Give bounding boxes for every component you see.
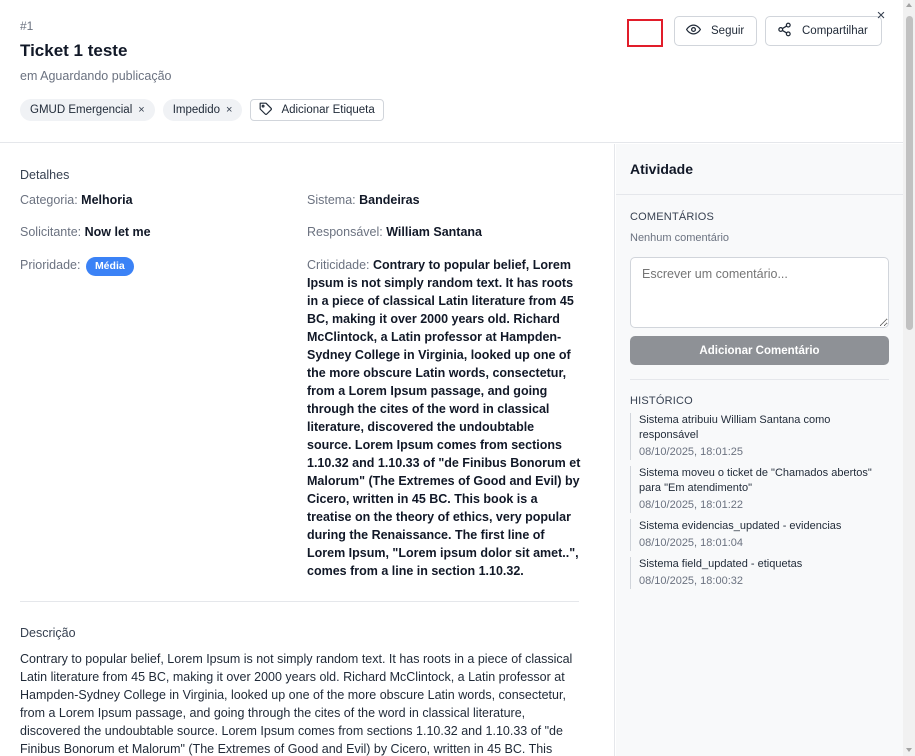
category-label: Categoria: [20,193,78,207]
page-scrollbar[interactable] [903,0,915,756]
requester-field: Solicitante: Now let me [20,223,151,241]
category-field: Categoria: Melhoria [20,191,133,209]
history-time: 08/10/2025, 18:01:25 [639,446,743,458]
history-list: Sistema atribuiu William Santana como re… [630,413,892,595]
activity-divider [630,379,889,380]
ticket-main: Detalhes Categoria: Melhoria Sistema: Ba… [0,144,615,756]
details-title: Detalhes [20,168,70,182]
eye-icon [686,22,701,40]
description-title: Descrição [20,626,76,640]
requester-label: Solicitante: [20,225,82,239]
ticket-modal: #1 Ticket 1 teste em Aguardando publicaç… [0,0,903,756]
history-time: 08/10/2025, 18:01:04 [639,537,743,549]
remove-tag-icon[interactable]: × [226,104,232,116]
history-text: Sistema moveu o ticket de "Chamados aber… [639,467,872,494]
add-tag-button[interactable]: Adicionar Etiqueta [250,99,384,121]
history-time: 08/10/2025, 18:01:22 [639,499,743,511]
no-comments-text: Nenhum comentário [630,232,730,244]
add-comment-button[interactable]: Adicionar Comentário [630,336,889,365]
history-item: Sistema atribuiu William Santana como re… [630,413,892,460]
comments-label: COMENTÁRIOS [630,211,715,223]
assignee-field: Responsável: William Santana [307,223,482,241]
ticket-title: Ticket 1 teste [20,41,128,60]
tag-list: GMUD Emergencial × Impedido × Adicionar … [20,99,384,121]
share-button[interactable]: Compartilhar [765,16,882,46]
history-time: 08/10/2025, 18:00:32 [639,575,743,587]
tag-label: Impedido [172,104,220,116]
add-tag-label: Adicionar Etiqueta [281,104,375,116]
section-divider [20,601,579,602]
history-text: Sistema field_updated - etiquetas [639,558,803,570]
scrollbar-thumb[interactable] [906,16,913,330]
assignee-label: Responsável: [307,225,383,239]
activity-title: Atividade [616,144,903,195]
criticality-value: Contrary to popular belief, Lorem Ipsum … [307,258,581,578]
priority-field: Prioridade: Média [20,256,134,276]
follow-button[interactable]: Seguir [674,16,757,46]
ticket-number: #1 [20,19,34,33]
activity-panel: Atividade COMENTÁRIOS Nenhum comentário … [616,144,903,756]
highlighted-button[interactable] [627,19,663,47]
ticket-header: #1 Ticket 1 teste em Aguardando publicaç… [0,0,903,143]
priority-badge: Média [85,257,134,276]
ticket-status: em Aguardando publicação [20,69,172,83]
scroll-down-icon[interactable] [906,748,912,752]
history-text: Sistema atribuiu William Santana como re… [639,414,831,441]
close-icon[interactable]: × [872,7,890,25]
follow-label: Seguir [711,25,745,37]
history-item: Sistema evidencias_updated - evidencias … [630,519,892,551]
remove-tag-icon[interactable]: × [138,104,144,116]
priority-label: Prioridade: [20,258,81,272]
tag-chip: GMUD Emergencial × [20,99,155,121]
assignee-value: William Santana [386,225,482,239]
share-label: Compartilhar [802,25,868,37]
tag-label: GMUD Emergencial [30,104,133,116]
requester-value: Now let me [84,225,151,239]
history-item: Sistema field_updated - etiquetas 08/10/… [630,557,892,589]
system-label: Sistema: [307,193,356,207]
share-icon [777,22,792,40]
system-field: Sistema: Bandeiras [307,191,420,209]
criticality-label: Criticidade: [307,258,370,272]
tag-chip: Impedido × [162,99,243,121]
comment-input[interactable] [630,257,889,328]
history-text: Sistema evidencias_updated - evidencias [639,520,842,532]
category-value: Melhoria [81,193,133,207]
history-item: Sistema moveu o ticket de "Chamados aber… [630,466,892,513]
scroll-up-icon[interactable] [906,3,912,7]
description-text: Contrary to popular belief, Lorem Ipsum … [20,652,573,756]
criticality-field: Criticidade: Contrary to popular belief,… [307,256,582,580]
system-value: Bandeiras [359,193,420,207]
tag-icon [259,102,273,119]
history-label: HISTÓRICO [630,395,693,407]
